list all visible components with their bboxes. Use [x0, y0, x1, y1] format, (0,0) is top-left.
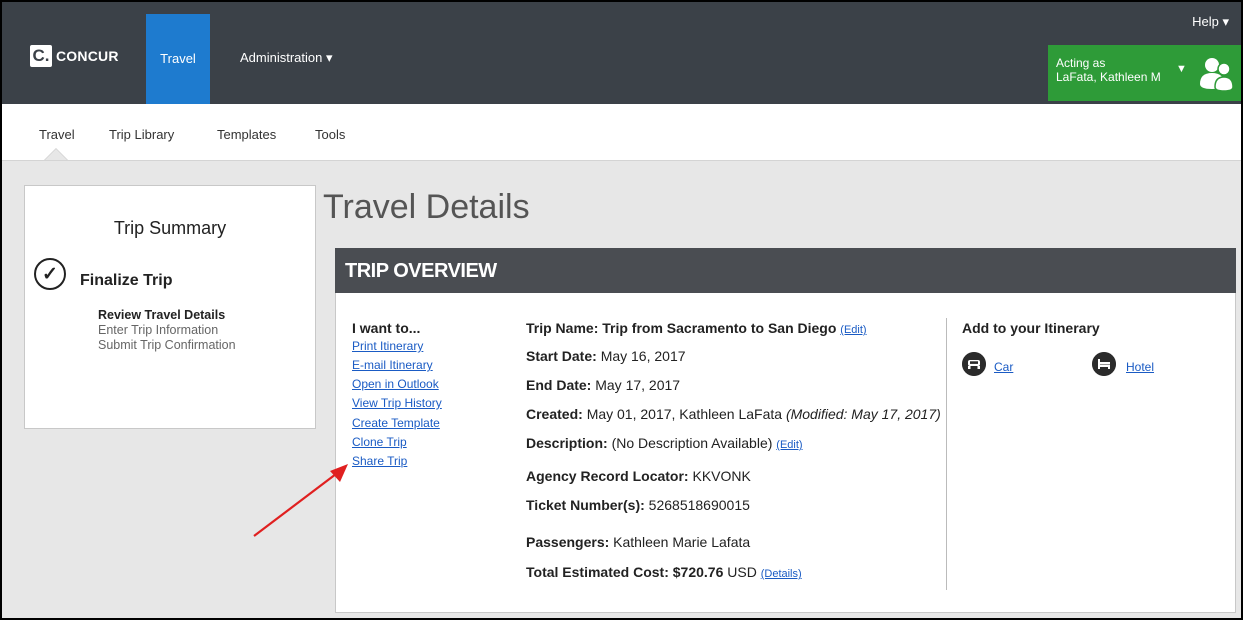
trip-overview-heading: TRIP OVERVIEW — [345, 260, 497, 282]
subnav-trip-library[interactable]: Trip Library — [109, 127, 174, 142]
total-cost-row: Total Estimated Cost: $720.76 USD (Detai… — [526, 564, 802, 580]
acting-as-label: Acting as — [1056, 56, 1106, 70]
trip-name-row: Trip Name: Trip from Sacramento to San D… — [526, 320, 867, 336]
email-itinerary-link[interactable]: E-mail Itinerary — [352, 358, 433, 372]
cost-details-link[interactable]: (Details) — [761, 568, 802, 580]
passengers-value: Kathleen Marie Lafata — [613, 534, 751, 550]
subnav-tools[interactable]: Tools — [315, 127, 345, 142]
end-date-label: End Date: — [526, 377, 592, 393]
app-window: C. CONCUR Travel Administration ▾ Help ▾… — [0, 0, 1243, 620]
total-cost-value: $720.76 — [672, 564, 724, 580]
trip-summary-panel: Trip Summary ✓ Finalize Trip Review Trav… — [24, 185, 316, 429]
agency-record-locator-value: KKVONK — [692, 468, 751, 484]
car-icon[interactable] — [962, 352, 986, 376]
created-label: Created: — [526, 406, 583, 422]
edit-description-link[interactable]: (Edit) — [776, 439, 802, 451]
acting-as-user: LaFata, Kathleen M — [1056, 70, 1161, 84]
share-trip-link[interactable]: Share Trip — [352, 454, 407, 468]
end-date-row: End Date: May 17, 2017 — [526, 377, 680, 393]
trip-name-value: Trip from Sacramento to San Diego — [602, 320, 837, 336]
sub-navigation: Travel Trip Library Templates Tools — [2, 104, 1241, 161]
end-date-value: May 17, 2017 — [595, 377, 681, 393]
chevron-down-icon: ▼ — [1176, 63, 1187, 75]
hotel-bed-icon[interactable] — [1092, 352, 1116, 376]
ticket-number-label: Ticket Number(s): — [526, 497, 645, 513]
acting-as-switcher[interactable]: Acting as LaFata, Kathleen M ▼ — [1048, 45, 1241, 101]
subnav-templates[interactable]: Templates — [217, 127, 276, 142]
start-date-row: Start Date: May 16, 2017 — [526, 348, 686, 364]
administration-menu[interactable]: Administration ▾ — [240, 50, 333, 66]
start-date-label: Start Date: — [526, 348, 597, 364]
description-row: Description: (No Description Available) … — [526, 435, 803, 451]
column-divider — [946, 318, 947, 590]
top-bar: C. CONCUR Travel Administration ▾ Help ▾… — [2, 2, 1241, 104]
concur-logo[interactable]: C. CONCUR — [30, 45, 119, 67]
concur-logo-icon: C. — [30, 45, 52, 67]
modified-value: (Modified: May 17, 2017) — [785, 406, 941, 422]
description-value: (No Description Available) — [611, 435, 773, 451]
tab-travel[interactable]: Travel — [146, 14, 210, 104]
ticket-number-value: 5268518690015 — [648, 497, 750, 513]
agency-record-locator-label: Agency Record Locator: — [526, 468, 689, 484]
trip-overview-header: TRIP OVERVIEW — [335, 248, 1236, 293]
edit-trip-name-link[interactable]: (Edit) — [840, 324, 866, 336]
annotation-arrow-icon — [253, 464, 348, 537]
ticket-number-row: Ticket Number(s): 5268518690015 — [526, 497, 750, 513]
substep-submit-trip-confirmation: Submit Trip Confirmation — [98, 338, 236, 352]
create-template-link[interactable]: Create Template — [352, 416, 440, 430]
page-title: Travel Details — [323, 188, 530, 226]
add-hotel-link[interactable]: Hotel — [1126, 360, 1154, 374]
finalize-trip-step: Finalize Trip — [80, 272, 173, 289]
clone-trip-link[interactable]: Clone Trip — [352, 435, 407, 449]
trip-summary-title: Trip Summary — [113, 218, 227, 238]
passengers-label: Passengers: — [526, 534, 610, 550]
concur-logo-text: CONCUR — [56, 48, 119, 64]
substep-review-travel-details: Review Travel Details — [98, 308, 226, 322]
substep-enter-trip-information: Enter Trip Information — [98, 323, 219, 337]
view-trip-history-link[interactable]: View Trip History — [352, 396, 442, 410]
users-icon — [1200, 58, 1234, 92]
active-tab-pointer — [45, 149, 67, 160]
trip-name-label: Trip Name: — [526, 320, 599, 336]
agency-record-locator-row: Agency Record Locator: KKVONK — [526, 468, 751, 484]
add-to-itinerary-heading: Add to your Itinerary — [962, 320, 1100, 336]
checkmark-icon: ✓ — [34, 258, 66, 290]
add-car-link[interactable]: Car — [994, 360, 1013, 374]
help-menu[interactable]: Help ▾ — [1192, 14, 1229, 30]
passengers-row: Passengers: Kathleen Marie Lafata — [526, 534, 750, 550]
created-value: May 01, 2017, Kathleen LaFata — [586, 406, 783, 422]
i-want-to-heading: I want to... — [352, 320, 421, 336]
total-cost-label: Total Estimated Cost: — [526, 564, 669, 580]
subnav-travel[interactable]: Travel — [39, 127, 75, 142]
description-label: Description: — [526, 435, 608, 451]
created-row: Created: May 01, 2017, Kathleen LaFata (… — [526, 406, 941, 422]
start-date-value: May 16, 2017 — [600, 348, 686, 364]
print-itinerary-link[interactable]: Print Itinerary — [352, 339, 423, 353]
total-cost-currency: USD — [727, 564, 757, 580]
open-in-outlook-link[interactable]: Open in Outlook — [352, 377, 439, 391]
tab-travel-label: Travel — [160, 51, 196, 66]
